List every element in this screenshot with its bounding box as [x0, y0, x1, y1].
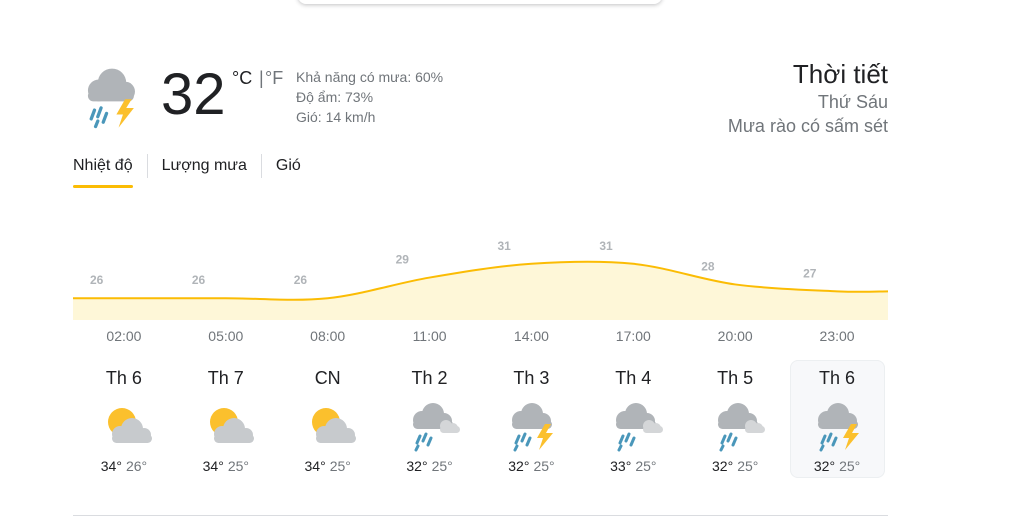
day-name: Th 6	[105, 368, 142, 388]
temperature-label: 29	[396, 253, 410, 267]
temperature-label: 26	[90, 273, 104, 287]
precipitation-text: Khả năng có mưa: 60%	[296, 69, 444, 85]
search-bar[interactable]	[298, 0, 662, 4]
low-temp: 25°	[737, 458, 759, 474]
partly-cloudy-icon	[209, 408, 254, 443]
time-label: 23:00	[819, 328, 855, 344]
current-temperature: 32	[161, 62, 226, 127]
day-temps: 33° 25°	[586, 454, 681, 478]
day-name: Th 5	[717, 368, 754, 388]
time-label: 14:00	[513, 328, 549, 344]
low-temp: 26°	[125, 458, 148, 474]
rain-thunder-icon	[87, 68, 135, 129]
daily-forecast: Th 6 34° 26° Th 7 34° 25° CN 34° 25° Th 2 32° 25° Th…	[73, 360, 888, 480]
time-axis: 02:00 05:00 08:00 11:00 14:00 17:00 20:00 23:00	[73, 328, 888, 348]
temperature-label: 26	[192, 273, 206, 287]
tab-wind[interactable]: Gió	[262, 152, 315, 188]
unit-fahrenheit[interactable]: °F	[265, 68, 283, 89]
temperature-label: 31	[497, 239, 511, 253]
weather-title: Thời tiết	[792, 59, 888, 89]
high-temp: 32°	[712, 458, 734, 474]
temperature-chart: 26 26 26 29 31 31 28 27	[73, 239, 888, 320]
high-temp: 32°	[813, 458, 836, 474]
day-name: Th 7	[207, 368, 244, 388]
low-temp: 25°	[839, 458, 861, 474]
temperature-label: 31	[599, 239, 613, 253]
time-label: 20:00	[717, 328, 753, 344]
day-temps: 32° 25°	[688, 454, 783, 478]
tab-precipitation[interactable]: Lượng mưa	[148, 152, 261, 188]
weather-header: 32 °C | °F Khả năng có mưa: 60% Độ ẩm: 7…	[73, 58, 888, 140]
temperature-label: 27	[803, 266, 817, 280]
forecast-day[interactable]: Th 2 32° 25°	[382, 360, 477, 478]
day-temps: 32° 25°	[790, 454, 885, 478]
unit-separator: |	[259, 68, 264, 88]
time-label: 05:00	[208, 328, 244, 344]
weather-description: Mưa rào có sấm sét	[727, 116, 888, 136]
high-temp: 33°	[610, 458, 632, 474]
day-name: Th 6	[819, 368, 856, 388]
humidity-text: Độ ẩm: 73%	[296, 89, 374, 105]
forecast-day[interactable]: Th 5 32° 25°	[688, 360, 783, 478]
temperature-label: 26	[294, 273, 308, 287]
temperature-label: 28	[701, 259, 715, 273]
rain-icon	[412, 403, 460, 452]
low-temp: 25°	[329, 458, 351, 474]
day-temps: 34° 26°	[76, 454, 171, 478]
rain-thunder-icon	[818, 403, 860, 452]
time-label: 11:00	[412, 328, 447, 344]
time-label: 08:00	[310, 328, 346, 344]
day-name: Th 3	[513, 368, 550, 388]
forecast-day[interactable]: CN 34° 25°	[280, 360, 375, 478]
tab-bar: Nhiệt độ Lượng mưa Gió	[73, 152, 315, 192]
low-temp: 25°	[227, 458, 249, 474]
day-name: Th 4	[615, 368, 652, 388]
day-temps: 32° 25°	[382, 454, 477, 478]
day-name: CN	[314, 368, 341, 388]
location-block: Thời tiết Thứ Sáu Mưa rào có sấm sét	[728, 58, 888, 138]
forecast-day[interactable]: Th 3 32° 25°	[484, 360, 579, 478]
day-name: Th 2	[411, 368, 448, 388]
weather-details: Khả năng có mưa: 60% Độ ẩm: 73% Gió: 14 …	[296, 67, 443, 127]
day-temps: 34° 25°	[280, 454, 375, 478]
rain-thunder-icon	[512, 403, 554, 452]
high-temp: 34°	[304, 458, 326, 474]
partly-cloudy-icon	[107, 408, 152, 443]
time-label: 02:00	[106, 328, 142, 344]
high-temp: 32°	[508, 458, 530, 474]
low-temp: 25°	[431, 458, 453, 474]
wind-text: Gió: 14 km/h	[296, 109, 376, 125]
forecast-day[interactable]: Th 6 32° 25°	[789, 360, 885, 478]
rain-icon	[616, 403, 664, 452]
rain-icon	[718, 403, 766, 452]
forecast-day[interactable]: Th 7 34° 25°	[178, 360, 273, 478]
high-temp: 32°	[406, 458, 428, 474]
partly-cloudy-icon	[311, 408, 356, 443]
unit-celsius[interactable]: °C	[232, 68, 252, 89]
low-temp: 25°	[635, 458, 657, 474]
day-temps: 34° 25°	[178, 454, 273, 478]
weather-day: Thứ Sáu	[817, 92, 888, 112]
high-temp: 34°	[202, 458, 224, 474]
divider	[73, 515, 888, 516]
high-temp: 34°	[100, 458, 122, 474]
tab-temperature[interactable]: Nhiệt độ	[73, 152, 147, 188]
time-label: 17:00	[615, 328, 651, 344]
forecast-day[interactable]: Th 4 33° 25°	[586, 360, 681, 478]
day-temps: 32° 25°	[484, 454, 579, 478]
low-temp: 25°	[533, 458, 555, 474]
forecast-day[interactable]: Th 6 34° 26°	[76, 360, 171, 478]
